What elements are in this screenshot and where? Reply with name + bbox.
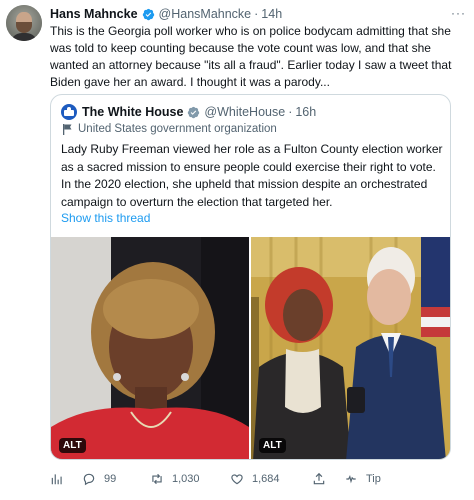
media-photo-portrait[interactable]: ALT: [51, 237, 249, 459]
verified-badge-icon: [188, 106, 200, 118]
share-icon: [313, 472, 325, 485]
quoted-tweet-time[interactable]: 16h: [295, 105, 316, 119]
white-house-avatar[interactable]: [61, 104, 77, 120]
tweet-time[interactable]: 14h: [261, 7, 282, 21]
share-button[interactable]: [312, 470, 334, 488]
tip-button[interactable]: Tip: [344, 470, 381, 488]
alt-badge[interactable]: ALT: [59, 438, 86, 453]
media-photo-award-ceremony[interactable]: ALT: [251, 237, 450, 459]
like-button[interactable]: 1,684: [230, 470, 280, 488]
tweet-header: Hans Mahncke @HansMahncke · 14h: [50, 6, 282, 22]
show-thread-link[interactable]: Show this thread: [61, 211, 150, 225]
alt-badge[interactable]: ALT: [259, 438, 286, 453]
award-ceremony-illustration: [251, 237, 450, 459]
quoted-media: ALT ALT: [51, 237, 450, 459]
reply-icon: [83, 473, 95, 486]
tweet[interactable]: Hans Mahncke @HansMahncke · 14h ··· This…: [0, 0, 474, 500]
analytics-button[interactable]: [50, 470, 72, 488]
reply-count: 99: [104, 473, 117, 485]
government-org-label: United States government organization: [63, 123, 277, 135]
author-avatar[interactable]: [6, 5, 42, 41]
author-handle[interactable]: @HansMahncke: [159, 7, 252, 21]
quoted-tweet-text: Lady Ruby Freeman viewed her role as a F…: [61, 142, 443, 209]
quoted-author-handle[interactable]: @WhiteHouse: [204, 105, 285, 119]
quoted-tweet-header: The White House @WhiteHouse · 16h: [61, 104, 316, 120]
quoted-header-separator: ·: [288, 105, 293, 119]
quoted-tweet[interactable]: The White House @WhiteHouse · 16h United…: [50, 94, 451, 460]
retweet-button[interactable]: 1,030: [150, 470, 200, 488]
quoted-author-name[interactable]: The White House: [82, 105, 183, 119]
more-options-icon[interactable]: ···: [451, 6, 466, 20]
portrait-illustration: [51, 237, 249, 459]
heart-icon: [231, 474, 243, 485]
tip-icon: [346, 474, 356, 484]
author-name[interactable]: Hans Mahncke: [50, 7, 138, 21]
tweet-action-bar: 99 1,030 1,684 Tip: [50, 470, 460, 488]
retweet-icon: [152, 473, 162, 485]
like-count: 1,684: [252, 473, 280, 485]
reply-button[interactable]: 99: [82, 470, 116, 488]
tweet-text: This is the Georgia poll worker who is o…: [50, 24, 452, 89]
analytics-icon: [51, 474, 62, 485]
retweet-count: 1,030: [172, 473, 200, 485]
flag-icon: [63, 123, 72, 135]
header-separator: ·: [254, 7, 259, 21]
verified-badge-icon: [142, 8, 154, 20]
org-label-text: United States government organization: [78, 123, 277, 135]
tip-label: Tip: [366, 473, 381, 485]
